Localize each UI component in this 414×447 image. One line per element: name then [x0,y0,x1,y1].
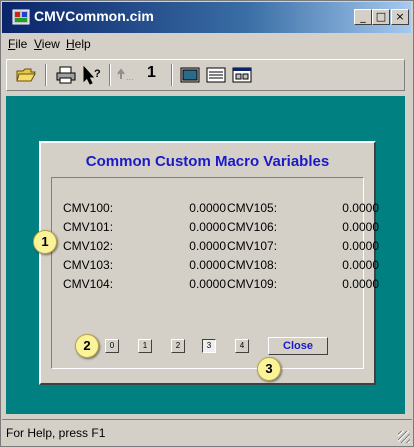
page-button-3[interactable]: 3 [202,339,216,353]
toolbar-separator [171,64,173,86]
dialog-title: Common Custom Macro Variables [85,153,330,170]
context-help-icon[interactable]: ? [81,65,103,85]
variable-label: CMV107: [227,239,278,253]
menu-bar: File View Help [2,34,412,54]
toolbar: ? ... 1 [6,59,405,91]
variable-value: 0.0000 [342,277,379,291]
variable-label: CMV102: [63,239,114,253]
variable-value: 0.0000 [342,239,379,253]
callout-badge: 1 [33,230,57,254]
maximize-button[interactable]: □ [372,9,390,25]
list-view-icon[interactable] [205,65,227,85]
variable-value: 0.0000 [189,258,226,272]
variable-value: 0.0000 [342,201,379,215]
toolbar-separator [45,64,47,86]
open-folder-icon[interactable] [15,65,37,85]
page-button-0[interactable]: 0 [105,339,119,353]
title-bar[interactable]: CMVCommon.cim _ □ × [2,2,411,33]
back-icon[interactable]: ... [117,65,141,85]
svg-text:...: ... [126,72,134,82]
menu-file[interactable]: File [8,37,27,51]
print-icon[interactable] [55,65,77,85]
variable-value: 0.0000 [189,277,226,291]
view-window-icon[interactable] [179,65,201,85]
status-bar: For Help, press F1 [2,419,412,445]
page-button-2[interactable]: 2 [171,339,185,353]
variable-label: CMV108: [227,258,278,272]
variable-value: 0.0000 [342,258,379,272]
variable-label: CMV101: [63,220,114,234]
variable-label: CMV104: [63,277,114,291]
svg-text:?: ? [94,68,101,80]
page-button-1[interactable]: 1 [138,339,152,353]
dialog-view-icon[interactable] [231,65,253,85]
variable-value: 0.0000 [342,220,379,234]
resize-grip-icon[interactable] [398,431,410,443]
variable-value: 0.0000 [189,239,226,253]
close-window-button[interactable]: × [391,9,409,25]
toolbar-separator [109,64,111,86]
callout-badge: 3 [257,357,281,381]
page-number-label: 1 [147,64,156,81]
close-button[interactable]: Close [268,337,328,355]
window-title: CMVCommon.cim [34,8,154,24]
variable-label: CMV109: [227,277,278,291]
variable-value: 0.0000 [189,201,226,215]
variable-value: 0.0000 [189,220,226,234]
variable-label: CMV103: [63,258,114,272]
menu-view[interactable]: View [34,37,60,51]
app-icon [12,9,30,25]
minimize-button[interactable]: _ [354,9,372,25]
variable-label: CMV100: [63,201,114,215]
application-window: CMVCommon.cim _ □ × File View Help ? ...… [0,0,414,447]
status-text: For Help, press F1 [6,426,106,440]
callout-badge: 2 [75,334,99,358]
menu-help[interactable]: Help [66,37,91,51]
variable-label: CMV106: [227,220,278,234]
variable-label: CMV105: [227,201,278,215]
page-button-4[interactable]: 4 [235,339,249,353]
